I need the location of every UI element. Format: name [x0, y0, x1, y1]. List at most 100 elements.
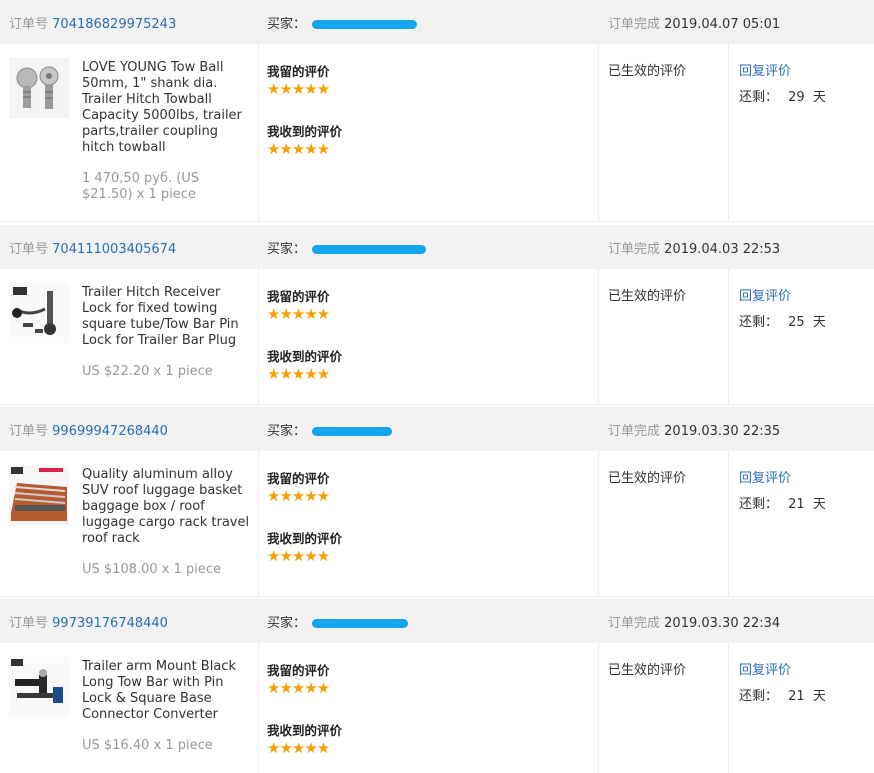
reply-review-link[interactable]: 回复评价	[739, 60, 791, 79]
days-remaining-value: 25	[788, 315, 805, 330]
review-status: 已生效的评价	[608, 289, 687, 304]
order-card: 订单号 99699947268440 买家： 订单完成 2019.03.30 2…	[0, 407, 874, 597]
completion-info: 订单完成 2019.03.30 22:35	[608, 420, 780, 439]
received-rating-stars: ★★★★★	[267, 140, 330, 158]
order-number: 订单号 704186829975243	[9, 13, 176, 32]
days-unit: 天	[812, 90, 826, 105]
days-remaining: 还剩： 21 天	[739, 685, 826, 704]
column-divider	[258, 451, 259, 596]
my-review-heading: 我留的评价	[267, 471, 330, 486]
order-number-link[interactable]: 704186829975243	[52, 17, 176, 32]
buyer-label: 买家：	[267, 424, 307, 439]
my-review-heading: 我留的评价	[267, 64, 330, 79]
order-body: Quality aluminum alloy SUV roof luggage …	[0, 451, 874, 597]
column-divider	[728, 451, 729, 596]
days-remaining: 还剩： 25 天	[739, 311, 826, 330]
review-status: 已生效的评价	[608, 663, 687, 678]
completion-info: 订单完成 2019.03.30 22:34	[608, 612, 780, 631]
product-price: US $108.00 x 1 piece	[82, 562, 222, 577]
order-number-link[interactable]: 99739176748440	[52, 616, 168, 631]
order-header: 订单号 704111003405674 买家： 订单完成 2019.04.03 …	[0, 225, 874, 269]
order-number-link[interactable]: 99699947268440	[52, 424, 168, 439]
order-card: 订单号 99739176748440 买家： 订单完成 2019.03.30 2…	[0, 599, 874, 773]
buyer: 买家：	[267, 612, 409, 631]
days-remaining-value: 29	[788, 90, 805, 105]
column-divider	[598, 643, 599, 773]
column-divider	[728, 643, 729, 773]
days-unit: 天	[812, 315, 826, 330]
completion-info: 订单完成 2019.04.03 22:53	[608, 238, 780, 257]
received-rating-stars: ★★★★★	[267, 739, 330, 757]
reply-review-link[interactable]: 回复评价	[739, 659, 791, 678]
review-status: 已生效的评价	[608, 471, 687, 486]
order-number-link[interactable]: 704111003405674	[52, 242, 176, 257]
hitch-lock-thumbnail[interactable]	[9, 283, 69, 343]
order-card: 订单号 704111003405674 买家： 订单完成 2019.04.03 …	[0, 225, 874, 405]
completion-label: 订单完成	[608, 616, 661, 631]
received-rating-stars: ★★★★★	[267, 547, 330, 565]
order-number-label: 订单号	[9, 17, 49, 32]
column-divider	[598, 269, 599, 404]
buyer-name-redacted	[312, 20, 418, 29]
buyer: 买家：	[267, 238, 427, 257]
roof-rack-thumbnail[interactable]	[9, 465, 69, 525]
days-remaining-label: 还剩：	[739, 315, 779, 330]
buyer: 买家：	[267, 420, 393, 439]
product-price: 1 470,50 руб. (US $21.50) x 1 piece	[82, 171, 200, 202]
column-divider	[728, 269, 729, 404]
tow-ball-thumbnail[interactable]	[9, 58, 69, 118]
order-number: 订单号 704111003405674	[9, 238, 176, 257]
days-unit: 天	[812, 689, 826, 704]
received-review-heading: 我收到的评价	[267, 349, 343, 364]
days-remaining-value: 21	[788, 689, 805, 704]
order-number-label: 订单号	[9, 424, 49, 439]
completion-label: 订单完成	[608, 242, 661, 257]
tow-bar-thumbnail[interactable]	[9, 657, 69, 717]
order-number: 订单号 99739176748440	[9, 612, 168, 631]
product-title[interactable]: LOVE YOUNG Tow Ball 50mm, 1" shank dia. …	[82, 60, 252, 156]
days-unit: 天	[812, 497, 826, 512]
column-divider	[598, 44, 599, 221]
my-rating-stars: ★★★★★	[267, 679, 330, 697]
my-rating-stars: ★★★★★	[267, 305, 330, 323]
product-title[interactable]: Quality aluminum alloy SUV roof luggage …	[82, 467, 252, 547]
column-divider	[258, 643, 259, 773]
completion-label: 订单完成	[608, 424, 661, 439]
order-number-label: 订单号	[9, 242, 49, 257]
product-title[interactable]: Trailer Hitch Receiver Lock for fixed to…	[82, 285, 252, 349]
order-card: 订单号 704186829975243 买家： 订单完成 2019.04.07 …	[0, 0, 874, 222]
my-rating-stars: ★★★★★	[267, 487, 330, 505]
buyer-label: 买家：	[267, 616, 307, 631]
buyer-name-redacted	[312, 619, 409, 628]
column-divider	[258, 44, 259, 221]
days-remaining-label: 还剩：	[739, 689, 779, 704]
product-price: US $16.40 x 1 piece	[82, 738, 213, 753]
buyer-name-redacted	[312, 427, 393, 436]
days-remaining-label: 还剩：	[739, 90, 779, 105]
order-header: 订单号 99699947268440 买家： 订单完成 2019.03.30 2…	[0, 407, 874, 451]
received-review-heading: 我收到的评价	[267, 723, 343, 738]
completion-date: 2019.03.30 22:35	[664, 424, 781, 439]
buyer: 买家：	[267, 13, 418, 32]
review-status: 已生效的评价	[608, 64, 687, 79]
reply-review-link[interactable]: 回复评价	[739, 285, 791, 304]
order-body: LOVE YOUNG Tow Ball 50mm, 1" shank dia. …	[0, 44, 874, 222]
buyer-name-redacted	[312, 245, 427, 254]
my-rating-stars: ★★★★★	[267, 80, 330, 98]
completion-label: 订单完成	[608, 17, 661, 32]
my-review-heading: 我留的评价	[267, 663, 330, 678]
order-number-label: 订单号	[9, 616, 49, 631]
product-title[interactable]: Trailer arm Mount Black Long Tow Bar wit…	[82, 659, 252, 723]
completion-date: 2019.04.07 05:01	[664, 17, 781, 32]
completion-date: 2019.03.30 22:34	[664, 616, 781, 631]
column-divider	[728, 44, 729, 221]
order-header: 订单号 704186829975243 买家： 订单完成 2019.04.07 …	[0, 0, 874, 44]
reply-review-link[interactable]: 回复评价	[739, 467, 791, 486]
column-divider	[598, 451, 599, 596]
order-body: Trailer Hitch Receiver Lock for fixed to…	[0, 269, 874, 405]
completion-date: 2019.04.03 22:53	[664, 242, 781, 257]
received-review-heading: 我收到的评价	[267, 531, 343, 546]
order-body: Trailer arm Mount Black Long Tow Bar wit…	[0, 643, 874, 773]
order-number: 订单号 99699947268440	[9, 420, 168, 439]
buyer-label: 买家：	[267, 242, 307, 257]
